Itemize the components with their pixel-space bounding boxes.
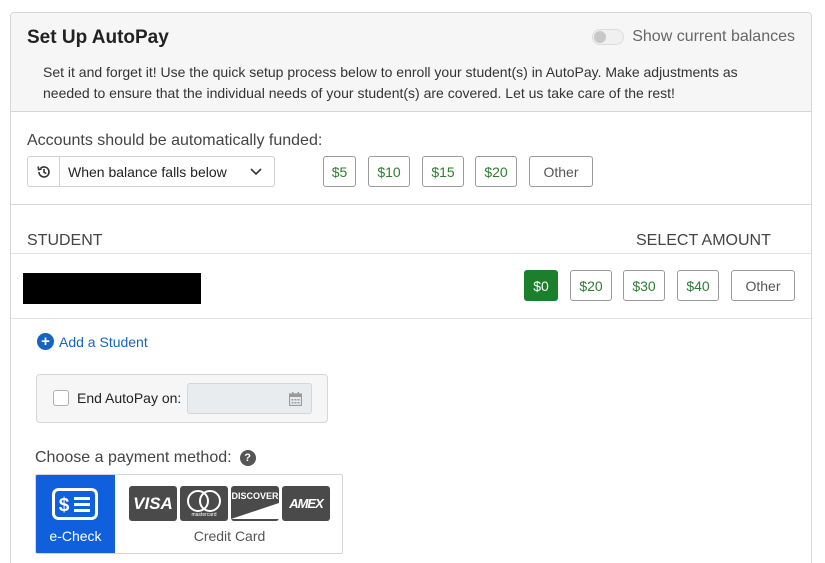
toggle-switch[interactable] (592, 29, 625, 45)
visa-icon: VISA (129, 486, 177, 521)
card-brand-logos[interactable]: VISA mastercard DISCOVER AMEX (129, 486, 333, 521)
fund-amount-20-button[interactable]: $20 (475, 156, 517, 187)
credit-card-label[interactable]: Credit Card (115, 528, 342, 544)
add-student-label: Add a Student (59, 333, 148, 350)
student-table-header: STUDENT SELECT AMOUNT (11, 206, 811, 254)
end-autopay-checkbox[interactable] (53, 390, 69, 406)
student-amount-other-button[interactable]: Other (731, 270, 795, 301)
funding-trigger-select[interactable]: When balance falls below (27, 156, 275, 187)
history-icon (28, 157, 60, 186)
fund-amount-15-button[interactable]: $15 (422, 156, 464, 187)
student-amount-0-button[interactable]: $0 (524, 270, 558, 301)
autopay-header: Set Up AutoPay Show current balances Set… (11, 13, 811, 112)
chevron-down-icon (238, 167, 274, 176)
payment-method-text: Choose a payment method: (35, 449, 232, 466)
end-autopay-label: End AutoPay on: (77, 390, 182, 406)
amount-column-header: SELECT AMOUNT (636, 232, 771, 249)
echeck-icon: $ (52, 488, 98, 520)
plus-circle-icon: + (37, 333, 54, 350)
student-column-header: STUDENT (27, 232, 103, 249)
fund-amount-5-button[interactable]: $5 (323, 156, 356, 187)
amex-icon: AMEX (282, 486, 330, 521)
funding-label: Accounts should be automatically funded: (27, 132, 323, 149)
mastercard-icon: mastercard (180, 486, 228, 521)
fund-amount-10-button[interactable]: $10 (368, 156, 410, 187)
end-date-input[interactable] (187, 383, 312, 414)
payment-method-selector: $ e-Check VISA mastercard DISCOVER AMEX … (35, 474, 343, 554)
end-autopay-box: End AutoPay on: (36, 374, 328, 423)
echeck-option[interactable]: $ e-Check (36, 475, 115, 553)
echeck-label: e-Check (49, 528, 102, 544)
svg-text:$: $ (59, 495, 70, 516)
student-row: $0 $20 $30 $40 Other (11, 255, 811, 319)
add-student-link[interactable]: + Add a Student (37, 333, 148, 350)
select-value: When balance falls below (68, 163, 227, 180)
funding-section: Accounts should be automatically funded:… (11, 112, 811, 205)
discover-icon: DISCOVER (231, 486, 279, 521)
calendar-icon (289, 392, 302, 406)
help-icon[interactable]: ? (239, 450, 256, 466)
show-balances-toggle[interactable]: Show current balances (592, 28, 795, 46)
toggle-label: Show current balances (632, 28, 795, 45)
fund-amount-other-button[interactable]: Other (529, 156, 593, 187)
student-amount-30-button[interactable]: $30 (623, 270, 665, 301)
autopay-description: Set it and forget it! Use the quick setu… (43, 64, 738, 101)
page-title: Set Up AutoPay (27, 27, 169, 48)
redacted-student-name (23, 273, 201, 304)
payment-method-label: Choose a payment method: ? (35, 449, 256, 467)
student-amount-20-button[interactable]: $20 (570, 270, 612, 301)
student-amount-40-button[interactable]: $40 (677, 270, 719, 301)
autopay-card: Set Up AutoPay Show current balances Set… (10, 12, 812, 563)
